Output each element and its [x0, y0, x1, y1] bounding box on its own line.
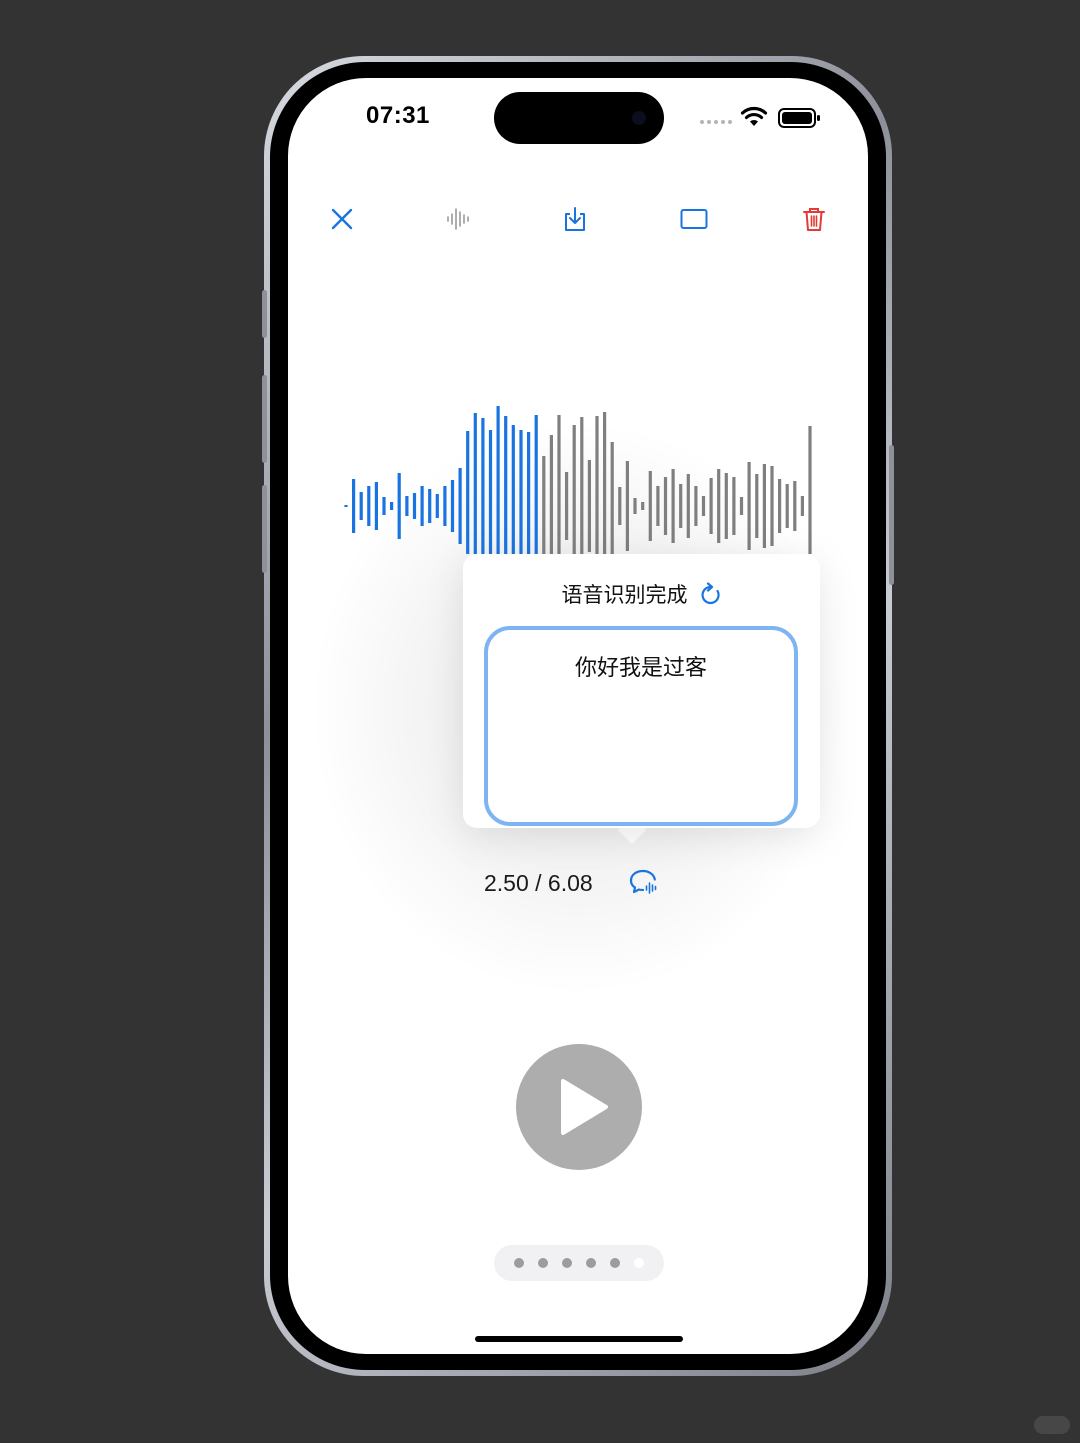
- page-dot[interactable]: [634, 1258, 644, 1268]
- speech-bubble-icon[interactable]: [628, 866, 660, 898]
- transcript-field[interactable]: 你好我是过客: [484, 626, 798, 826]
- popup-title: 语音识别完成: [561, 584, 688, 607]
- waveform-button[interactable]: [441, 202, 475, 236]
- screen: 07:31 语音识别完成 你好我是过客 2.50 / 6.08: [288, 78, 868, 1354]
- rectangle-icon: [680, 209, 708, 229]
- trash-icon: [803, 208, 825, 231]
- delete-button[interactable]: [797, 202, 831, 236]
- popup-header: 语音识别完成: [463, 579, 820, 609]
- waveform-icon: [447, 208, 469, 230]
- close-icon: [331, 208, 353, 230]
- volume-up-button: [262, 375, 267, 463]
- page-dot[interactable]: [610, 1258, 620, 1268]
- page-dot[interactable]: [538, 1258, 548, 1268]
- dynamic-island: [494, 92, 664, 144]
- page-dot[interactable]: [586, 1258, 596, 1268]
- close-button[interactable]: [325, 202, 359, 236]
- page-indicator[interactable]: [494, 1245, 664, 1281]
- action-button: [262, 290, 267, 338]
- play-icon: [561, 1079, 608, 1135]
- cellular-signal-icon: [700, 120, 732, 124]
- frame-button[interactable]: [677, 202, 711, 236]
- playback-time: 2.50 / 6.08: [484, 870, 593, 896]
- power-button: [889, 445, 894, 585]
- watermark: [1034, 1416, 1070, 1434]
- download-icon: [565, 207, 585, 231]
- volume-down-button: [262, 485, 267, 573]
- wifi-icon: [740, 106, 768, 126]
- play-button[interactable]: [516, 1044, 642, 1170]
- home-indicator[interactable]: [475, 1336, 683, 1342]
- page-dot[interactable]: [514, 1258, 524, 1268]
- transcription-popup: 语音识别完成 你好我是过客: [463, 554, 820, 828]
- stage: 07:31 语音识别完成 你好我是过客 2.50 / 6.08: [0, 0, 1080, 1443]
- battery-icon: [778, 108, 820, 128]
- camera-icon: [632, 111, 646, 125]
- refresh-icon[interactable]: [700, 582, 722, 606]
- page-dot[interactable]: [562, 1258, 572, 1268]
- status-time: 07:31: [366, 102, 430, 129]
- download-button[interactable]: [558, 202, 592, 236]
